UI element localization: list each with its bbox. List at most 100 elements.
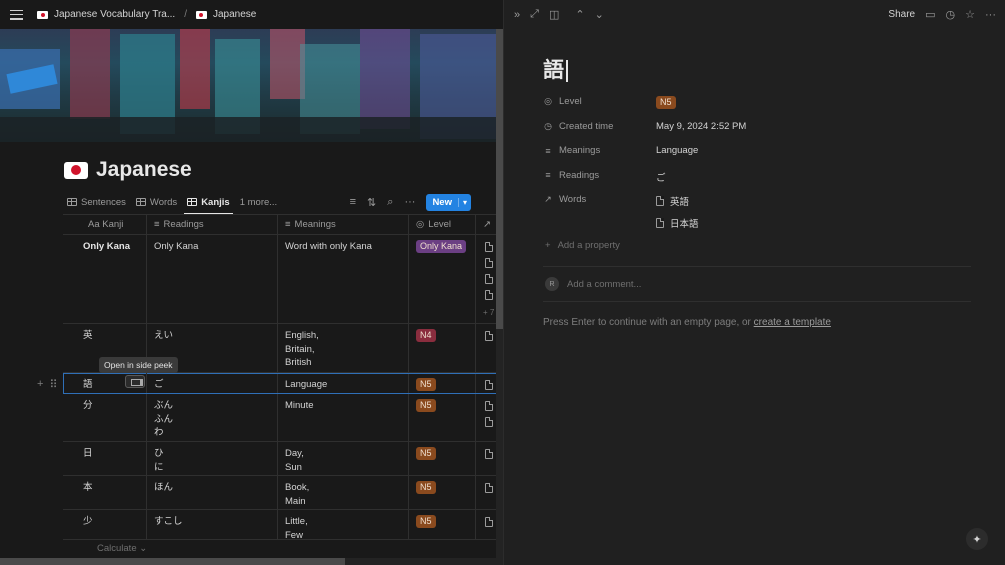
create-template-link[interactable]: create a template: [754, 317, 831, 328]
page-icon[interactable]: [485, 483, 493, 493]
property-created-time[interactable]: ◷ Created time May 9, 2024 2:52 PM: [543, 117, 973, 142]
page-icon[interactable]: [485, 449, 493, 459]
readings-cell[interactable]: ひに: [147, 442, 278, 475]
expand-icon[interactable]: ⤢: [530, 8, 539, 21]
kanji-cell[interactable]: 語: [63, 373, 147, 393]
page-icon[interactable]: [485, 258, 493, 268]
history-icon[interactable]: ◷: [946, 8, 956, 21]
search-icon[interactable]: ⌕: [387, 196, 393, 209]
level-cell[interactable]: N5: [409, 373, 476, 393]
tab-words[interactable]: Words: [135, 192, 177, 212]
chevron-up-icon[interactable]: ⌃: [575, 8, 584, 21]
more-views-link[interactable]: 1 more...: [240, 192, 278, 212]
ai-sparkle-button[interactable]: ✦: [966, 528, 988, 550]
page-icon: [656, 196, 664, 206]
more-icon[interactable]: ···: [985, 9, 996, 21]
header-readings[interactable]: ≡ Readings: [147, 215, 278, 234]
close-peek-icon[interactable]: »: [514, 9, 520, 21]
japan-flag-icon[interactable]: [64, 161, 88, 179]
drag-handle-icon[interactable]: ⠿: [49, 378, 57, 391]
level-cell[interactable]: N4: [409, 324, 476, 372]
reading-line: に: [154, 461, 164, 473]
table-row[interactable]: 日 ひに Day, Sun N5: [63, 442, 503, 476]
property-words[interactable]: ↗ Words 英語 日本語: [543, 190, 973, 238]
divider: [543, 266, 971, 267]
word-link[interactable]: 日本語: [656, 216, 699, 230]
sort-icon[interactable]: ⇅: [367, 196, 376, 209]
table-row[interactable]: 語 ご Language N5: [63, 373, 503, 394]
kanji-cell[interactable]: 本: [63, 476, 147, 509]
page-icon[interactable]: [485, 331, 493, 341]
database-pane: Japanese Vocabulary Tra... / Japanese Ja…: [0, 0, 503, 565]
level-cell[interactable]: N5: [409, 442, 476, 475]
property-level[interactable]: ◎ Level N5: [543, 92, 973, 117]
menu-icon[interactable]: [10, 9, 23, 20]
table-row[interactable]: 少 すこし Little, Few N5: [63, 510, 503, 540]
comment-row[interactable]: R Add a comment...: [545, 277, 641, 291]
chevron-down-icon[interactable]: ⌄: [595, 8, 604, 21]
comments-icon[interactable]: ▭: [925, 8, 935, 21]
vertical-scrollbar[interactable]: [496, 29, 503, 565]
meanings-cell[interactable]: Book, Main: [278, 476, 409, 509]
meanings-cell[interactable]: Day, Sun: [278, 442, 409, 475]
readings-cell[interactable]: ご: [147, 373, 278, 393]
property-readings[interactable]: ≡ Readings ご: [543, 166, 973, 191]
breadcrumb-parent[interactable]: Japanese Vocabulary Tra...: [54, 9, 175, 20]
readings-cell[interactable]: Only Kana: [147, 235, 278, 323]
meanings-cell[interactable]: Minute: [278, 394, 409, 441]
readings-cell[interactable]: すこし: [147, 510, 278, 539]
table-row[interactable]: 分 ぶん ふんわ Minute N5: [63, 394, 503, 442]
level-cell[interactable]: N5: [409, 510, 476, 539]
meanings-cell[interactable]: Little, Few: [278, 510, 409, 539]
meanings-cell[interactable]: English, Britain, British: [278, 324, 409, 372]
kanji-cell[interactable]: Only Kana: [63, 235, 147, 323]
peek-mode-icon[interactable]: ◫: [549, 8, 559, 21]
tab-sentences[interactable]: Sentences: [67, 192, 126, 212]
calculate-button[interactable]: Calculate ⌄: [97, 543, 147, 554]
add-property-button[interactable]: + Add a property: [545, 240, 620, 251]
text-property-icon: ≡: [545, 170, 551, 180]
add-row-icon[interactable]: +: [37, 378, 43, 391]
page-icon[interactable]: [485, 417, 493, 427]
page-icon[interactable]: [485, 380, 493, 390]
readings-cell[interactable]: ぶん ふんわ: [147, 394, 278, 441]
filter-icon[interactable]: ≡: [350, 196, 356, 208]
new-button[interactable]: New ▾: [426, 193, 471, 211]
breadcrumb-current[interactable]: Japanese: [213, 9, 256, 20]
kanji-cell[interactable]: 分: [63, 394, 147, 441]
horizontal-scrollbar[interactable]: [0, 558, 496, 565]
meanings-cell[interactable]: Word with only Kana: [278, 235, 409, 323]
level-cell[interactable]: N5: [409, 476, 476, 509]
more-icon[interactable]: ···: [404, 196, 415, 208]
page-icon[interactable]: [485, 274, 493, 284]
level-cell[interactable]: N5: [409, 394, 476, 441]
kanji-cell[interactable]: 少: [63, 510, 147, 539]
header-level[interactable]: ◎ Level: [409, 215, 476, 234]
peek-page-title[interactable]: 語: [543, 54, 568, 84]
star-icon[interactable]: ☆: [965, 8, 975, 21]
word-link[interactable]: 英語: [656, 194, 699, 208]
chevron-down-icon[interactable]: ▾: [457, 197, 471, 207]
page-icon[interactable]: [485, 517, 493, 527]
header-readings-label: Readings: [163, 219, 204, 230]
open-side-peek-icon[interactable]: [125, 375, 145, 388]
page-icon[interactable]: [485, 242, 493, 252]
reading-line: ひ: [154, 448, 164, 459]
kanji-cell[interactable]: 日: [63, 442, 147, 475]
header-meanings[interactable]: ≡ Meanings: [278, 215, 409, 234]
created-time-value: May 9, 2024 2:52 PM: [656, 120, 747, 132]
property-meanings[interactable]: ≡ Meanings Language: [543, 141, 973, 166]
table-row[interactable]: Only Kana Only Kana Word with only Kana Onl…: [63, 235, 503, 324]
page-title[interactable]: Japanese: [96, 158, 192, 182]
table-row[interactable]: 本 ほん Book, Main N5: [63, 476, 503, 510]
meanings-cell[interactable]: Language: [278, 373, 409, 393]
comment-input[interactable]: Add a comment...: [567, 279, 641, 290]
level-cell[interactable]: Only Kana: [409, 235, 476, 323]
tab-kanjis[interactable]: Kanjis: [184, 192, 233, 215]
share-button[interactable]: Share: [888, 9, 915, 20]
readings-cell[interactable]: ほん: [147, 476, 278, 509]
header-kanji[interactable]: Aa Kanji: [63, 215, 147, 234]
page-icon[interactable]: [485, 401, 493, 411]
more-relations-count[interactable]: + 7: [483, 308, 494, 317]
page-icon[interactable]: [485, 290, 493, 300]
